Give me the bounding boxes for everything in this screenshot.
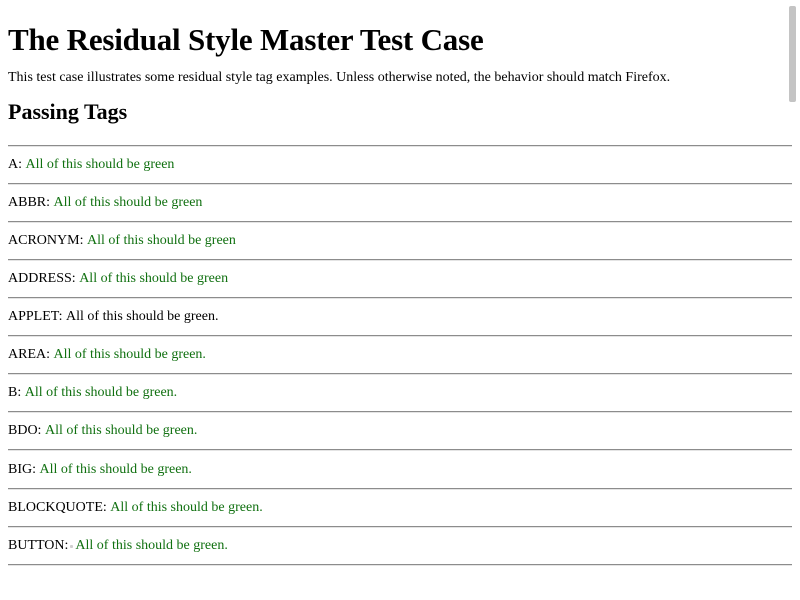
test-text: All of this should be green. bbox=[53, 347, 206, 362]
tag-label: BDO: bbox=[8, 423, 42, 438]
test-row-bdo: BDO: All of this should be green. bbox=[8, 413, 792, 449]
test-row-blockquote: BLOCKQUOTE: All of this should be green. bbox=[8, 490, 792, 526]
tag-label: BUTTON: bbox=[8, 538, 69, 553]
page-title: The Residual Style Master Test Case bbox=[8, 22, 484, 57]
test-row-button: BUTTON: All of this should be green. bbox=[8, 528, 792, 564]
test-text: All of this should be green bbox=[53, 195, 203, 210]
tag-label: ACRONYM: bbox=[8, 233, 84, 248]
test-text: All of this should be green. bbox=[44, 423, 198, 438]
scrollbar-thumb[interactable] bbox=[789, 6, 796, 102]
test-rows: A: All of this should be green ABBR: All… bbox=[8, 145, 792, 566]
tag-label: ABBR: bbox=[8, 195, 51, 210]
test-text: All of this should be green bbox=[86, 233, 236, 248]
test-row-b: B: All of this should be green. bbox=[8, 375, 792, 411]
test-row-area: AREA: All of this should be green. bbox=[8, 337, 792, 373]
test-text: All of this should be green. bbox=[39, 461, 192, 477]
test-text: All of this should be green bbox=[79, 271, 229, 286]
test-row-a: A: All of this should be green bbox=[8, 147, 792, 183]
tag-label: B: bbox=[8, 385, 22, 400]
test-row-applet: APPLET: All of this should be green. bbox=[8, 299, 792, 335]
section-heading: Passing Tags bbox=[8, 99, 128, 124]
empty-button[interactable] bbox=[70, 544, 74, 548]
tag-label: ADDRESS: bbox=[8, 271, 76, 286]
test-text: All of this should be green. bbox=[24, 385, 178, 400]
test-row-big: BIG: All of this should be green. bbox=[8, 451, 792, 488]
test-row-abbr: ABBR: All of this should be green bbox=[8, 185, 792, 221]
test-text: All of this should be green. bbox=[110, 500, 263, 515]
test-text: All of this should be green. bbox=[66, 309, 219, 324]
tag-label: BLOCKQUOTE: bbox=[8, 500, 107, 515]
tag-label: APPLET: bbox=[8, 309, 63, 324]
test-row-acronym: ACRONYM: All of this should be green bbox=[8, 223, 792, 259]
vertical-scrollbar[interactable] bbox=[786, 0, 800, 600]
tag-label: A: bbox=[8, 157, 22, 172]
test-text: All of this should be green bbox=[25, 157, 175, 172]
page-content: The Residual Style Master Test Case This… bbox=[8, 0, 792, 566]
test-text: All of this should be green. bbox=[75, 538, 228, 553]
tag-label: BIG: bbox=[8, 461, 36, 477]
tag-label: AREA: bbox=[8, 347, 50, 362]
intro-paragraph: This test case illustrates some residual… bbox=[8, 70, 671, 85]
horizontal-rule bbox=[8, 564, 792, 566]
test-row-address: ADDRESS: All of this should be green bbox=[8, 261, 792, 297]
